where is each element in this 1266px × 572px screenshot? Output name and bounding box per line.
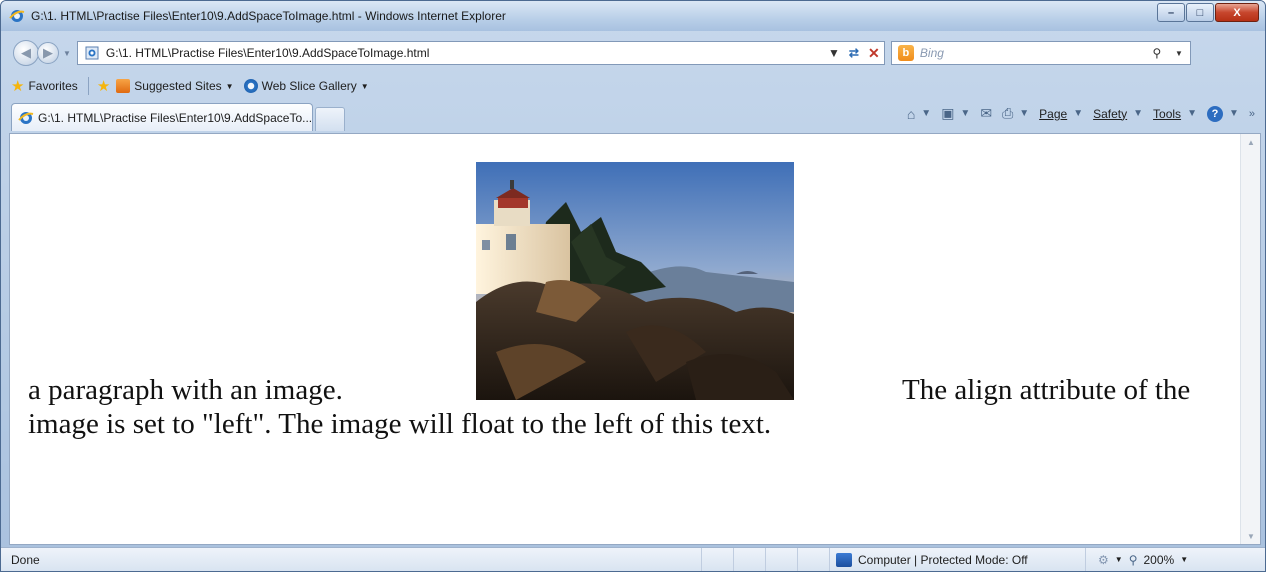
forward-button[interactable]: ▶ (37, 42, 59, 64)
address-url[interactable]: G:\1. HTML\Practise Files\Enter10\9.AddS… (106, 46, 824, 60)
divider (87, 77, 89, 95)
stop-icon[interactable]: ✕ (864, 43, 884, 63)
status-panel (765, 548, 797, 571)
print-button[interactable]: ⎙ ▼ (1002, 105, 1029, 122)
recent-pages-dropdown-icon[interactable]: ▼ (63, 49, 71, 58)
favorites-star-icon: ★ (11, 78, 25, 95)
address-bar[interactable]: G:\1. HTML\Practise Files\Enter10\9.AddS… (76, 41, 885, 65)
vertical-scrollbar[interactable]: ▲ ▼ (1240, 134, 1260, 544)
window-title: G:\1. HTML\Practise Files\Enter10\9.AddS… (31, 9, 506, 23)
ie-icon (243, 79, 258, 93)
safety-menu-label: Safety (1093, 106, 1128, 121)
chevron-down-icon: ▼ (960, 108, 971, 119)
scroll-down-icon[interactable]: ▼ (1241, 528, 1260, 544)
suggested-sites-link[interactable]: Suggested Sites ▼ (116, 79, 234, 93)
title-bar: G:\1. HTML\Practise Files\Enter10\9.AddS… (1, 1, 1265, 31)
rss-feed-icon: ▣ (941, 105, 955, 121)
address-dropdown-icon[interactable]: ▼ (824, 43, 844, 63)
favorites-label: Favorites (28, 79, 78, 93)
forward-arrow-icon: ▶ (43, 45, 53, 60)
status-panels (701, 548, 829, 571)
chevron-down-icon: ▼ (1187, 108, 1197, 119)
minimize-button[interactable]: – (1157, 3, 1185, 22)
zoom-level: 200% (1143, 552, 1175, 567)
status-text: Done (11, 552, 40, 567)
tab-bar: G:\1. HTML\Practise Files\Enter10\9.AddS… (1, 101, 1265, 131)
lighthouse-photo (476, 162, 794, 400)
printer-icon: ⎙ (1002, 105, 1014, 121)
favorites-button[interactable]: ★ Favorites (11, 77, 78, 95)
web-slice-gallery-label: Web Slice Gallery (261, 79, 357, 93)
tab-label: G:\1. HTML\Practise Files\Enter10\9.AddS… (38, 110, 313, 125)
favorites-bar: ★ Favorites ★ Suggested Sites ▼ Web Slic… (1, 73, 1265, 99)
feeds-button[interactable]: ▣ ▼ (941, 105, 970, 122)
new-tab-button[interactable] (315, 107, 345, 131)
web-slice-gallery-link[interactable]: Web Slice Gallery ▼ (243, 79, 369, 93)
more-commands-button[interactable]: » (1249, 108, 1255, 120)
read-mail-button[interactable]: ✉ (980, 105, 992, 122)
chevron-down-icon: ▼ (1073, 108, 1084, 119)
mail-icon: ✉ (980, 105, 993, 121)
paragraph-line-2: image is set to "left". The image will f… (28, 408, 772, 440)
suggested-sites-icon (116, 79, 131, 93)
command-bar: ⌂ ▼ ▣ ▼ ✉ ⎙ ▼ Page ▼ Safety ▼ Tools ▼ ? … (897, 105, 1255, 122)
home-icon: ⌂ (906, 105, 916, 122)
bing-icon: b (897, 45, 914, 61)
search-box[interactable]: b Bing ⚲ ▼ (890, 41, 1191, 65)
ie-icon (9, 10, 25, 22)
page-menu[interactable]: Page ▼ (1039, 107, 1083, 121)
page-menu-label: Page (1039, 106, 1068, 121)
browser-window: G:\1. HTML\Practise Files\Enter10\9.AddS… (0, 0, 1266, 572)
help-button[interactable]: ? ▼ (1206, 105, 1239, 122)
zone-label: Computer | Protected Mode: Off (858, 552, 1028, 567)
document: a paragraph with an image. The align att… (10, 134, 1240, 544)
chevron-down-icon: ▼ (921, 108, 932, 119)
safety-menu[interactable]: Safety ▼ (1093, 107, 1143, 121)
paragraph-line-1-left: a paragraph with an image. (28, 374, 343, 406)
window-controls: – □ X (1156, 3, 1259, 22)
chevron-down-icon: ▼ (1180, 555, 1189, 564)
page-icon (85, 46, 99, 60)
chevron-down-icon: ▼ (1228, 108, 1239, 119)
chevron-down-icon: ▼ (1114, 555, 1123, 564)
add-favorites-icon[interactable]: ★ (97, 77, 110, 95)
tools-menu-label: Tools (1153, 106, 1182, 121)
status-panel (797, 548, 829, 571)
chevron-down-icon: ▼ (1133, 108, 1144, 119)
zoom-control[interactable]: ⚙ ▼ ⚲ 200% ▼ (1085, 548, 1194, 571)
maximize-button[interactable]: □ (1186, 3, 1214, 22)
paragraph-line-1-right: The align attribute of the (902, 374, 1191, 406)
page-viewport: a paragraph with an image. The align att… (9, 133, 1261, 545)
refresh-icon[interactable]: ⇄ (844, 43, 864, 63)
security-zone[interactable]: Computer | Protected Mode: Off (829, 548, 1085, 571)
search-options-icon[interactable]: ▼ (1168, 42, 1190, 64)
tab-current[interactable]: G:\1. HTML\Practise Files\Enter10\9.AddS… (11, 103, 313, 131)
back-button[interactable]: ◀ (13, 40, 39, 66)
chevron-down-icon: ▼ (225, 81, 234, 91)
scroll-up-icon[interactable]: ▲ (1241, 134, 1260, 150)
back-arrow-icon: ◀ (21, 45, 31, 60)
chevron-double-right-icon: » (1248, 107, 1255, 120)
popup-blocker-icon[interactable]: ⚙ (1098, 553, 1109, 567)
home-button[interactable]: ⌂ ▼ (907, 106, 931, 122)
status-bar: Done Computer | Protected Mode: Off ⚙ ▼ … (1, 547, 1265, 571)
ie-icon (18, 111, 34, 124)
close-button[interactable]: X (1215, 3, 1259, 22)
status-panel (701, 548, 733, 571)
chevron-down-icon: ▼ (360, 81, 369, 91)
help-icon: ? (1206, 105, 1223, 122)
suggested-sites-label: Suggested Sites (134, 79, 222, 93)
status-panel (733, 548, 765, 571)
chevron-down-icon: ▼ (1019, 108, 1030, 119)
search-icon[interactable]: ⚲ (1146, 42, 1168, 64)
computer-zone-icon (836, 552, 852, 567)
magnifier-icon: ⚲ (1128, 552, 1138, 567)
navigation-bar: ◀ ▶ ▼ G:\1. HTML\Practise Files\Enter10\… (1, 33, 1265, 73)
tools-menu[interactable]: Tools ▼ (1153, 107, 1197, 121)
search-input[interactable]: Bing (920, 46, 1146, 60)
